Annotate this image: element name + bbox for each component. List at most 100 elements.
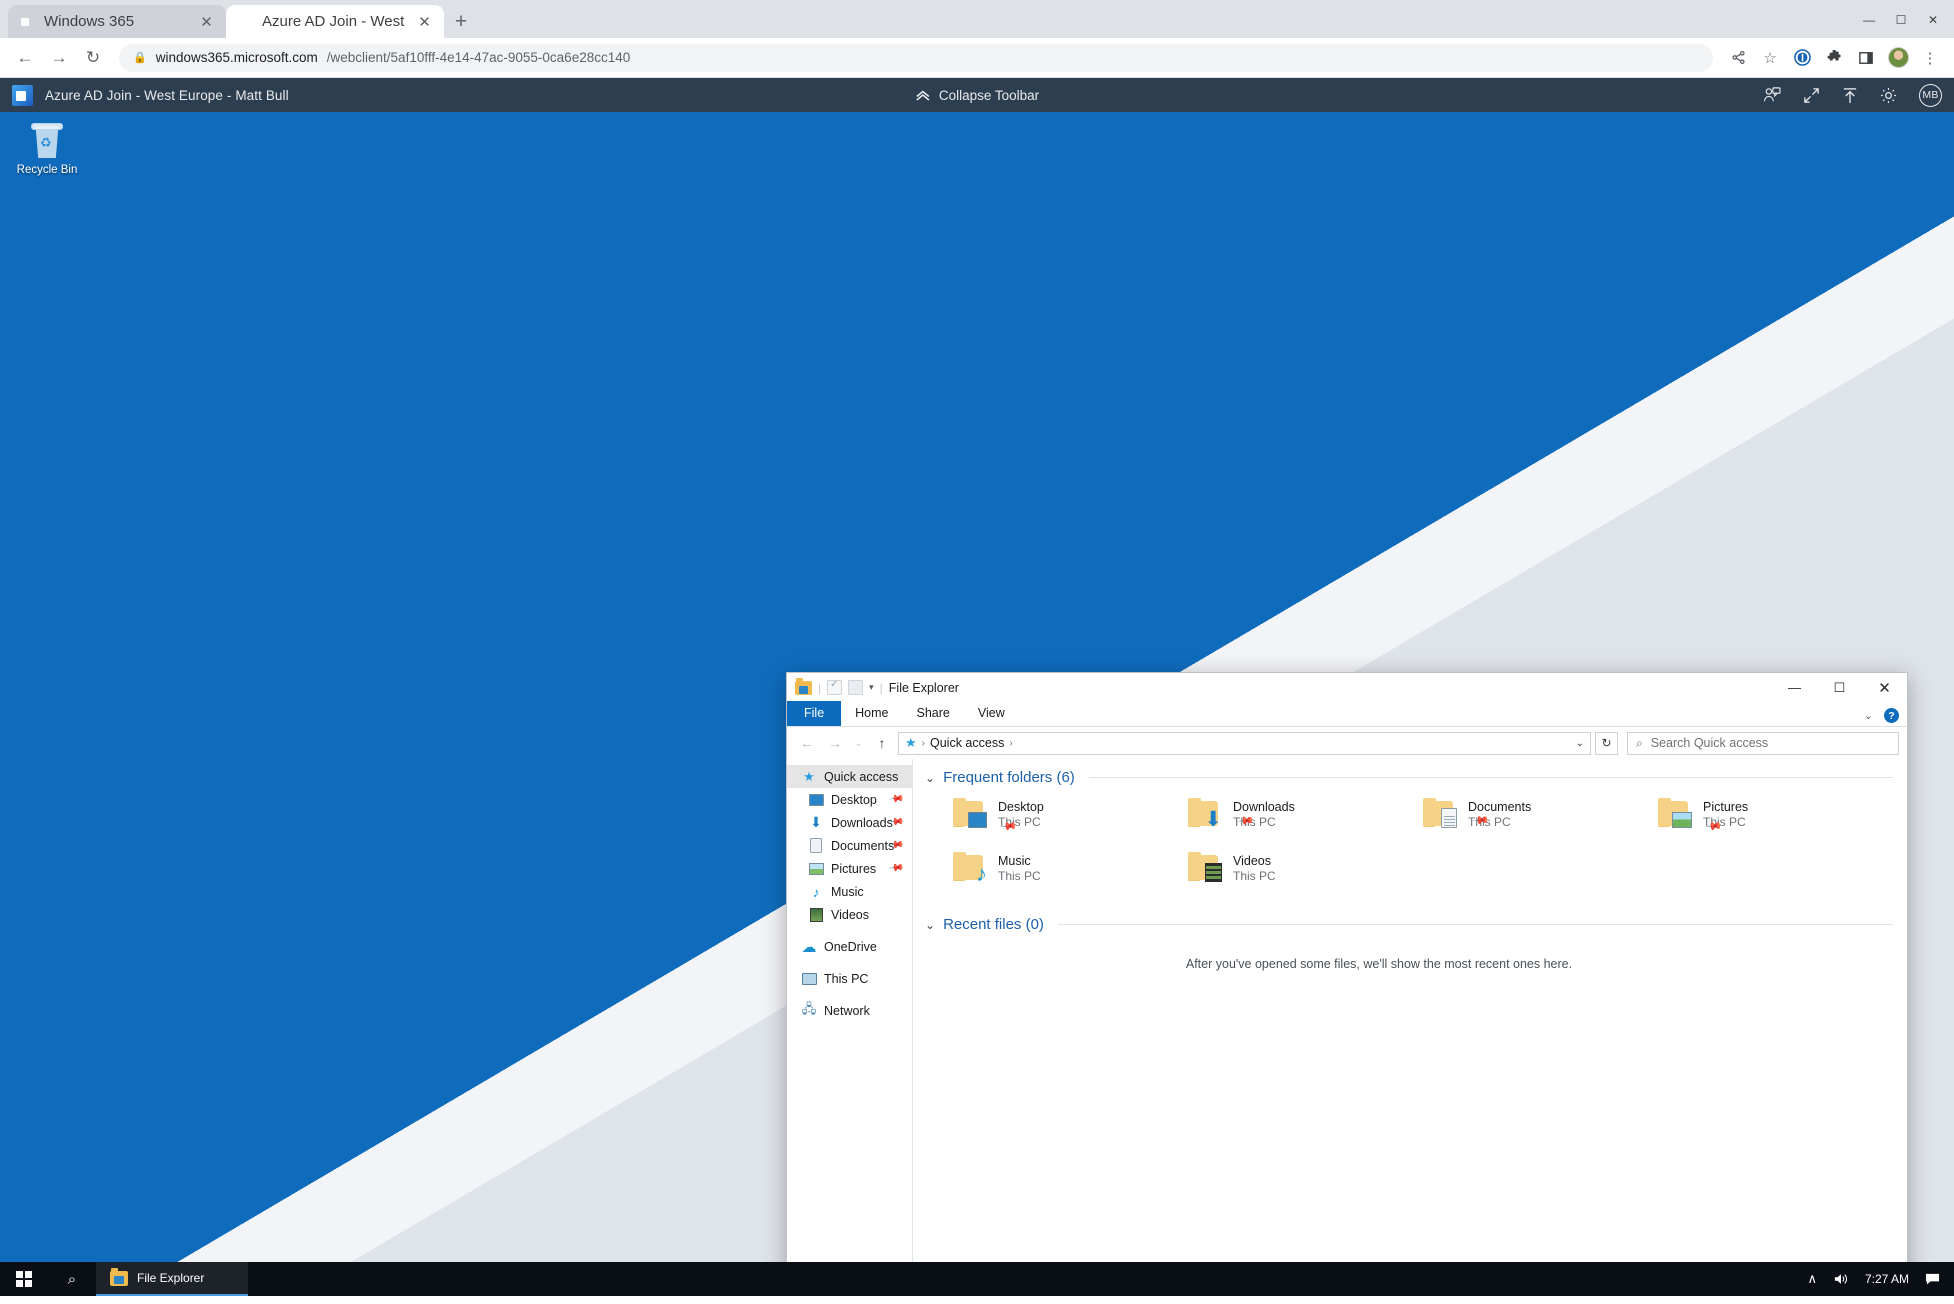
frequent-folders-grid: Desktop This PC 📌 ⬇ Downloads This PC 📌 bbox=[925, 788, 1893, 898]
desktop-icon-label: Recycle Bin bbox=[16, 164, 78, 176]
password-manager-icon[interactable] bbox=[1788, 44, 1816, 72]
browser-toolbar: ← → ↻ 🔒 windows365.microsoft.com/webclie… bbox=[0, 38, 1954, 78]
file-explorer-title-bar[interactable]: | ▾ | File Explorer — ☐ ✕ bbox=[787, 673, 1907, 702]
minimize-icon[interactable]: — bbox=[1854, 8, 1884, 32]
chevron-down-icon[interactable]: ⌄ bbox=[925, 771, 935, 785]
chevron-down-icon[interactable]: ⌄ bbox=[1864, 709, 1873, 722]
notifications-icon[interactable] bbox=[1925, 1272, 1940, 1286]
content-pane[interactable]: ⌄ Frequent folders (6) Desktop This PC 📌 bbox=[913, 759, 1907, 1262]
user-avatar[interactable]: MB bbox=[1919, 83, 1942, 107]
sidebar-item-this-pc[interactable]: This PC bbox=[787, 967, 912, 990]
tab-home[interactable]: Home bbox=[841, 701, 902, 726]
sidebar-item-label: Documents bbox=[831, 838, 895, 853]
tab-file[interactable]: File bbox=[787, 701, 842, 726]
close-icon[interactable]: ✕ bbox=[197, 12, 216, 31]
sidebar-item-pictures[interactable]: Pictures 📌 bbox=[787, 857, 912, 880]
extensions-icon[interactable] bbox=[1820, 44, 1848, 72]
start-icon[interactable] bbox=[0, 1262, 48, 1296]
properties-icon[interactable] bbox=[827, 679, 843, 695]
maximize-icon[interactable]: ☐ bbox=[1886, 8, 1916, 32]
remote-desktop-surface[interactable]: ♻ Recycle Bin | ▾ | File Explorer — ☐ ✕ … bbox=[0, 112, 1954, 1262]
back-icon[interactable]: ← bbox=[10, 43, 40, 73]
breadcrumb-separator: › bbox=[1009, 737, 1013, 749]
chevron-down-icon[interactable]: ▾ bbox=[869, 682, 874, 693]
ribbon-right-controls: ⌄ ? bbox=[1864, 708, 1899, 723]
taskbar-item-file-explorer[interactable]: File Explorer bbox=[96, 1262, 248, 1296]
desktop-icon-recycle-bin[interactable]: ♻ Recycle Bin bbox=[8, 122, 86, 176]
bookmark-star-icon[interactable]: ☆ bbox=[1756, 44, 1784, 72]
breadcrumb[interactable]: ★ › Quick access › ⌄ bbox=[898, 731, 1591, 755]
chevron-down-icon[interactable]: ⌄ bbox=[1576, 738, 1584, 749]
forward-icon[interactable]: → bbox=[44, 43, 74, 73]
collapse-toolbar-button[interactable]: Collapse Toolbar bbox=[915, 88, 1039, 103]
add-user-icon[interactable] bbox=[1763, 87, 1781, 103]
profile-avatar[interactable] bbox=[1884, 44, 1912, 72]
address-bar[interactable]: 🔒 windows365.microsoft.com/webclient/5af… bbox=[119, 43, 1713, 72]
more-menu-icon[interactable]: ⋮ bbox=[1916, 44, 1944, 72]
forward-icon[interactable]: → bbox=[823, 731, 847, 755]
file-explorer-window[interactable]: | ▾ | File Explorer — ☐ ✕ File Home Shar… bbox=[786, 672, 1908, 1262]
folder-tile-downloads[interactable]: ⬇ Downloads This PC 📌 bbox=[1188, 798, 1423, 844]
refresh-icon[interactable]: ↻ bbox=[1595, 731, 1618, 755]
recent-files-empty-message: After you've opened some files, we'll sh… bbox=[1185, 957, 1573, 971]
back-icon[interactable]: ← bbox=[795, 731, 819, 755]
chevron-down-icon[interactable]: ⌄ bbox=[925, 918, 935, 932]
clock[interactable]: 7:27 AM bbox=[1865, 1272, 1909, 1286]
share-icon[interactable] bbox=[1724, 44, 1752, 72]
sidebar-item-videos[interactable]: Videos bbox=[787, 903, 912, 926]
search-icon[interactable]: ⌕ bbox=[48, 1262, 96, 1296]
maximize-icon[interactable]: ☐ bbox=[1817, 673, 1862, 702]
sidebar-item-desktop[interactable]: Desktop 📌 bbox=[787, 788, 912, 811]
search-input[interactable]: ⌕ Search Quick access bbox=[1627, 731, 1899, 755]
collapse-toolbar-label: Collapse Toolbar bbox=[938, 87, 1040, 103]
folder-tile-music[interactable]: ♪ Music This PC bbox=[953, 852, 1188, 898]
search-placeholder: Search Quick access bbox=[1650, 736, 1769, 750]
divider bbox=[1057, 924, 1893, 925]
folder-tile-documents[interactable]: Documents This PC 📌 bbox=[1423, 798, 1658, 844]
sidebar-item-network[interactable]: 🖧 Network bbox=[787, 999, 912, 1022]
tab-view[interactable]: View bbox=[964, 701, 1019, 726]
star-icon: ★ bbox=[803, 768, 815, 784]
folder-tile-pictures[interactable]: Pictures This PC 📌 bbox=[1658, 798, 1893, 844]
browser-tab-0[interactable]: Windows 365 ✕ bbox=[8, 5, 226, 38]
w365-toolbar-actions: MB bbox=[1763, 83, 1942, 107]
fullscreen-icon[interactable] bbox=[1803, 87, 1820, 104]
sidebar-item-label: Downloads bbox=[831, 815, 893, 830]
taskbar-item-label: File Explorer bbox=[137, 1271, 205, 1285]
close-icon[interactable]: ✕ bbox=[1918, 8, 1948, 32]
recent-locations-icon[interactable]: ⌄ bbox=[851, 731, 866, 755]
folder-downloads-icon: ⬇ bbox=[1188, 798, 1222, 830]
new-folder-icon[interactable] bbox=[848, 680, 864, 695]
frequent-folders-header[interactable]: ⌄ Frequent folders (6) bbox=[925, 769, 1893, 786]
close-icon[interactable]: ✕ bbox=[1862, 673, 1907, 702]
folder-tile-videos[interactable]: Videos This PC bbox=[1188, 852, 1423, 898]
file-explorer-icon bbox=[795, 678, 812, 695]
file-explorer-icon bbox=[110, 1268, 128, 1286]
breadcrumb-separator: › bbox=[921, 737, 925, 749]
folder-location: This PC bbox=[1233, 869, 1276, 883]
sidebar-item-music[interactable]: ♪ Music bbox=[787, 880, 912, 903]
chevron-up-icon[interactable]: ∧ bbox=[1807, 1271, 1817, 1287]
sidebar-item-quick-access[interactable]: ★ Quick access bbox=[787, 765, 912, 788]
tab-share[interactable]: Share bbox=[903, 701, 964, 726]
sidebar-item-downloads[interactable]: ⬇ Downloads 📌 bbox=[787, 811, 912, 834]
upload-icon[interactable] bbox=[1842, 87, 1858, 104]
breadcrumb-item-quick-access[interactable]: Quick access bbox=[930, 736, 1004, 750]
reload-icon[interactable]: ↻ bbox=[78, 43, 108, 73]
sidebar-icon[interactable] bbox=[1852, 44, 1880, 72]
settings-gear-icon[interactable] bbox=[1880, 87, 1897, 104]
up-icon[interactable]: ↑ bbox=[870, 731, 894, 755]
close-icon[interactable]: ✕ bbox=[415, 12, 434, 31]
recent-files-header[interactable]: ⌄ Recent files (0) bbox=[925, 916, 1893, 933]
documents-icon bbox=[808, 838, 824, 854]
minimize-icon[interactable]: — bbox=[1772, 673, 1817, 702]
sidebar-item-documents[interactable]: Documents 📌 bbox=[787, 834, 912, 857]
new-tab-button[interactable]: + bbox=[444, 5, 478, 38]
url-path: /webclient/5af10fff-4e14-47ac-9055-0ca6e… bbox=[326, 50, 631, 65]
folder-tile-desktop[interactable]: Desktop This PC 📌 bbox=[953, 798, 1188, 844]
help-icon[interactable]: ? bbox=[1884, 708, 1899, 723]
sidebar-item-label: Music bbox=[831, 884, 864, 899]
browser-tab-1[interactable]: Azure AD Join - West Euro ✕ bbox=[226, 5, 444, 38]
volume-icon[interactable] bbox=[1833, 1272, 1849, 1286]
sidebar-item-onedrive[interactable]: ☁ OneDrive bbox=[787, 935, 912, 958]
